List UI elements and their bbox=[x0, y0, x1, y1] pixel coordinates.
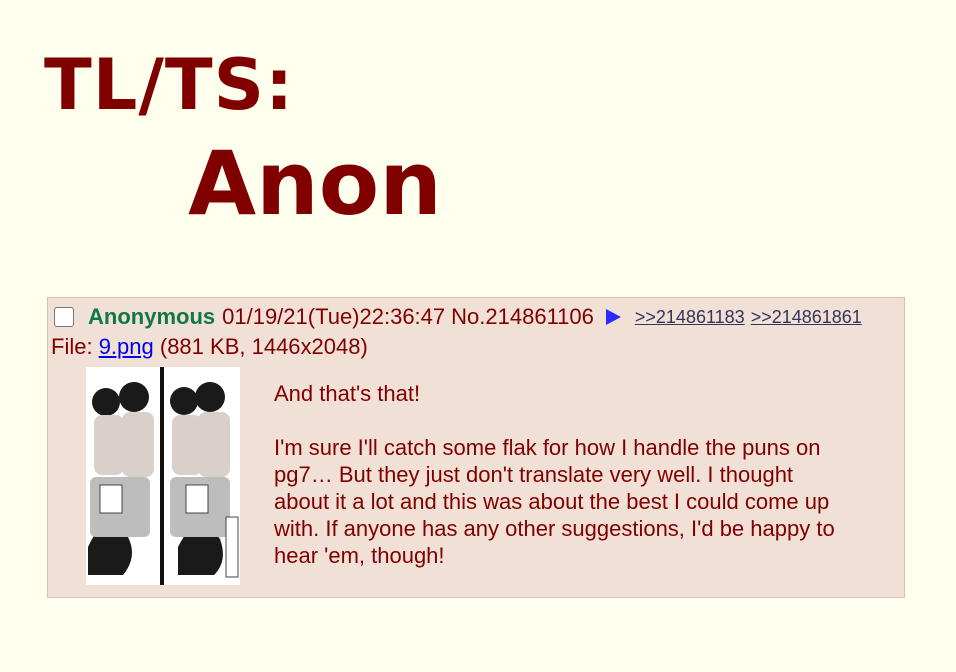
poster-name: Anonymous bbox=[88, 304, 216, 329]
post-select-checkbox[interactable] bbox=[54, 307, 74, 327]
post-datetime: 01/19/21(Tue)22:36:47 bbox=[222, 304, 446, 329]
backlink-2[interactable]: >>214861861 bbox=[751, 307, 862, 328]
heading-anon: Anon bbox=[188, 132, 442, 235]
file-link[interactable]: 9.png bbox=[99, 334, 154, 359]
file-label: File: bbox=[51, 334, 93, 359]
heading-tl-ts: TL/TS: bbox=[44, 44, 295, 126]
post-number[interactable]: No.214861106 bbox=[451, 304, 594, 330]
file-info: File: 9.png (881 KB, 1446x2048) bbox=[51, 334, 368, 360]
message-line-1: And that's that! bbox=[274, 381, 421, 406]
post-message: And that's that! I'm sure I'll catch som… bbox=[274, 380, 844, 569]
file-details: (881 KB, 1446x2048) bbox=[159, 334, 368, 359]
post-info: Anonymous 01/19/21(Tue)22:36:47 No.21486… bbox=[54, 304, 868, 330]
post-menu-arrow-icon[interactable] bbox=[605, 309, 621, 325]
post-reply: Anonymous 01/19/21(Tue)22:36:47 No.21486… bbox=[47, 297, 905, 598]
message-line-2: I'm sure I'll catch some flak for how I … bbox=[274, 435, 835, 568]
file-thumbnail[interactable] bbox=[86, 367, 240, 585]
manga-thumbnail-image bbox=[86, 367, 240, 585]
backlink-1[interactable]: >>214861183 bbox=[635, 307, 745, 328]
